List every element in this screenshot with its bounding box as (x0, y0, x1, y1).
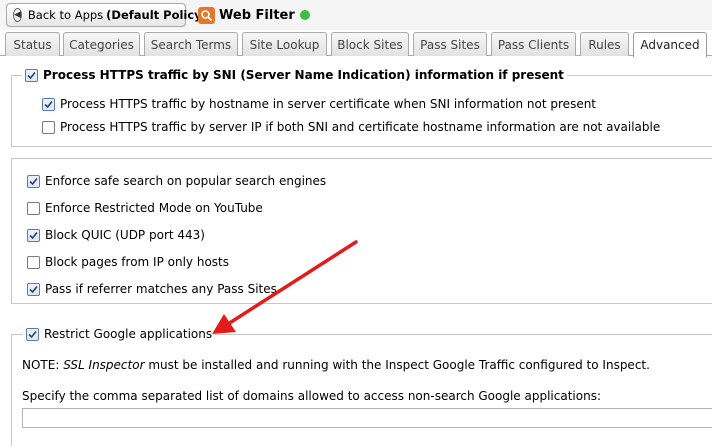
pass-referrer-label: Pass if referrer matches any Pass Sites (45, 282, 277, 296)
youtube-restricted-checkbox[interactable] (27, 201, 40, 215)
note-prefix: NOTE: (22, 358, 60, 372)
ssl-inspector-note: NOTE: SSL Inspector must be installed an… (22, 358, 650, 372)
back-button-policy: (Default Policy) (106, 8, 207, 22)
block-quic-option: Block QUIC (UDP port 443) (27, 228, 205, 242)
tab-search-terms[interactable]: Search Terms (144, 32, 238, 56)
sni-server-ip-checkbox[interactable] (42, 120, 55, 134)
google-legend: Restrict Google applications (23, 326, 216, 342)
sni-option-hostname: Process HTTPS traffic by hostname in ser… (42, 97, 596, 111)
allowed-domains-input[interactable] (22, 408, 712, 428)
youtube-restricted-option: Enforce Restricted Mode on YouTube (27, 201, 263, 215)
tab-bar: Status Categories Search Terms Site Look… (0, 30, 712, 57)
tab-site-lookup[interactable]: Site Lookup (242, 32, 327, 56)
restrict-google-label: Restrict Google applications (44, 327, 213, 341)
app-title: Web Filter (219, 7, 295, 23)
note-ssl-inspector: SSL Inspector (63, 358, 145, 372)
sni-option-server-ip: Process HTTPS traffic by server IP if bo… (42, 120, 660, 134)
tab-rules[interactable]: Rules (580, 32, 629, 56)
tab-categories[interactable]: Categories (63, 32, 140, 56)
advanced-panel: Process HTTPS traffic by SNI (Server Nam… (0, 56, 712, 446)
youtube-restricted-label: Enforce Restricted Mode on YouTube (45, 201, 263, 215)
app-title-group: Web Filter (198, 5, 310, 25)
status-indicator-icon (299, 10, 310, 20)
block-quic-label: Block QUIC (UDP port 443) (45, 228, 205, 242)
block-ip-hosts-label: Block pages from IP only hosts (45, 255, 229, 269)
web-filter-logo-icon (198, 6, 215, 24)
sni-fieldset (11, 75, 712, 147)
safe-search-option: Enforce safe search on popular search en… (27, 174, 326, 188)
sni-checkbox[interactable] (25, 68, 38, 82)
note-suffix: must be installed and running with the I… (148, 358, 650, 372)
sni-server-ip-label: Process HTTPS traffic by server IP if bo… (60, 120, 661, 134)
tab-pass-sites[interactable]: Pass Sites (413, 32, 487, 56)
restrict-google-checkbox[interactable] (26, 327, 39, 341)
tab-status[interactable]: Status (5, 32, 60, 56)
block-quic-checkbox[interactable] (27, 228, 40, 242)
tab-advanced[interactable]: Advanced (633, 32, 707, 57)
domains-label: Specify the comma separated list of doma… (22, 389, 601, 403)
tab-pass-clients[interactable]: Pass Clients (491, 32, 576, 56)
block-ip-hosts-option: Block pages from IP only hosts (27, 255, 229, 269)
block-ip-hosts-checkbox[interactable] (27, 255, 40, 269)
app-header: ◀ Back to Apps (Default Policy) Web Filt… (0, 0, 712, 30)
sni-hostname-checkbox[interactable] (42, 97, 55, 111)
safe-search-checkbox[interactable] (27, 174, 40, 188)
sni-legend-label: Process HTTPS traffic by SNI (Server Nam… (43, 68, 564, 82)
sni-hostname-label: Process HTTPS traffic by hostname in ser… (60, 97, 597, 111)
sni-legend: Process HTTPS traffic by SNI (Server Nam… (22, 67, 567, 83)
pass-referrer-checkbox[interactable] (27, 282, 40, 296)
back-arrow-icon: ◀ (13, 8, 22, 22)
safe-search-label: Enforce safe search on popular search en… (45, 174, 327, 188)
tab-block-sites[interactable]: Block Sites (331, 32, 409, 56)
pass-referrer-option: Pass if referrer matches any Pass Sites (27, 282, 277, 296)
back-button-label: Back to Apps (27, 8, 104, 22)
back-to-apps-button[interactable]: ◀ Back to Apps (Default Policy) (6, 3, 207, 27)
